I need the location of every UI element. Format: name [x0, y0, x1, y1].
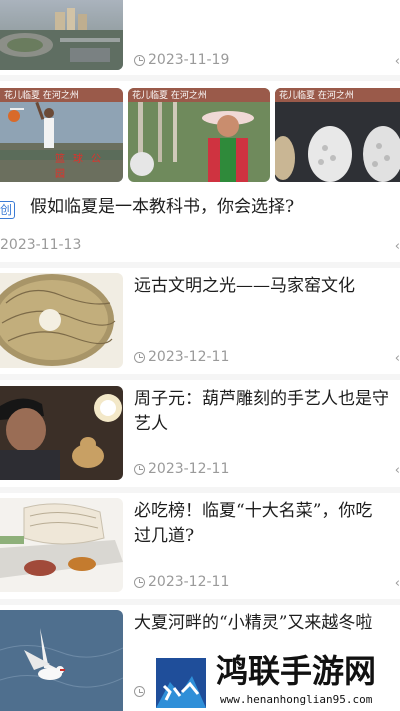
more-icon[interactable]: ‹	[395, 54, 400, 69]
article-date	[134, 686, 148, 697]
article-thumbnail-craftsman[interactable]	[0, 386, 123, 480]
article-date: 2023-12-11	[134, 461, 229, 477]
article-date: 2023-11-19	[134, 52, 229, 68]
article-title-line2[interactable]: 艺人	[134, 411, 400, 438]
article-title-line2[interactable]: 过几道?	[134, 523, 400, 550]
watermark-url: www.henanhonglian95.com	[218, 693, 375, 706]
article-thumbnail-gull[interactable]	[0, 610, 123, 711]
sign-text: 篮球公园	[55, 154, 109, 180]
clock-icon	[134, 686, 145, 697]
image-caption: 花儿临夏 在河之州	[4, 91, 79, 101]
article-title[interactable]: 远古文明之光——马家窑文化	[134, 273, 400, 300]
divider	[0, 75, 400, 81]
watermark-brand: 鸿联手游网	[216, 652, 377, 690]
article-image-eggs[interactable]: 花儿临夏 在河之州	[275, 88, 400, 182]
article-title[interactable]: 必吃榜！临夏“十大名菜”，你吃	[134, 498, 400, 525]
article-title[interactable]: 周子元：葫芦雕刻的手艺人也是守	[134, 386, 400, 413]
article-thumbnail-pottery[interactable]	[0, 273, 123, 368]
article-thumbnail-city[interactable]	[0, 0, 123, 70]
more-icon[interactable]: ‹	[395, 576, 400, 591]
image-caption: 花儿临夏 在河之州	[279, 91, 354, 101]
more-icon[interactable]: ‹	[395, 351, 400, 366]
divider	[0, 374, 400, 380]
more-icon[interactable]: ‹	[395, 239, 400, 254]
watermark: 鸿联手游网 www.henanhonglian95.com	[150, 650, 400, 711]
article-image-basketball[interactable]: 花儿临夏 在河之州 篮球公园	[0, 88, 123, 182]
article-image-woman[interactable]: 花儿临夏 在河之州	[128, 88, 270, 182]
clock-icon	[134, 576, 145, 588]
clock-icon	[134, 54, 145, 66]
article-date: 2023-12-11	[134, 349, 229, 365]
clock-icon	[134, 463, 145, 475]
divider	[0, 262, 400, 268]
article-date: 2023-12-11	[134, 574, 229, 590]
original-tag: 创	[0, 201, 16, 219]
article-title[interactable]: 假如临夏是一本教科书，你会选择?	[30, 194, 400, 221]
article-title[interactable]: 大夏河畔的“小精灵”又来越冬啦	[134, 610, 400, 637]
divider	[0, 599, 400, 605]
article-date: 2023-11-13	[0, 237, 82, 253]
article-thumbnail-dishes[interactable]	[0, 498, 123, 592]
image-caption: 花儿临夏 在河之州	[132, 91, 207, 101]
watermark-logo	[152, 652, 210, 710]
clock-icon	[134, 351, 145, 363]
divider	[0, 487, 400, 493]
more-icon[interactable]: ‹	[395, 463, 400, 478]
